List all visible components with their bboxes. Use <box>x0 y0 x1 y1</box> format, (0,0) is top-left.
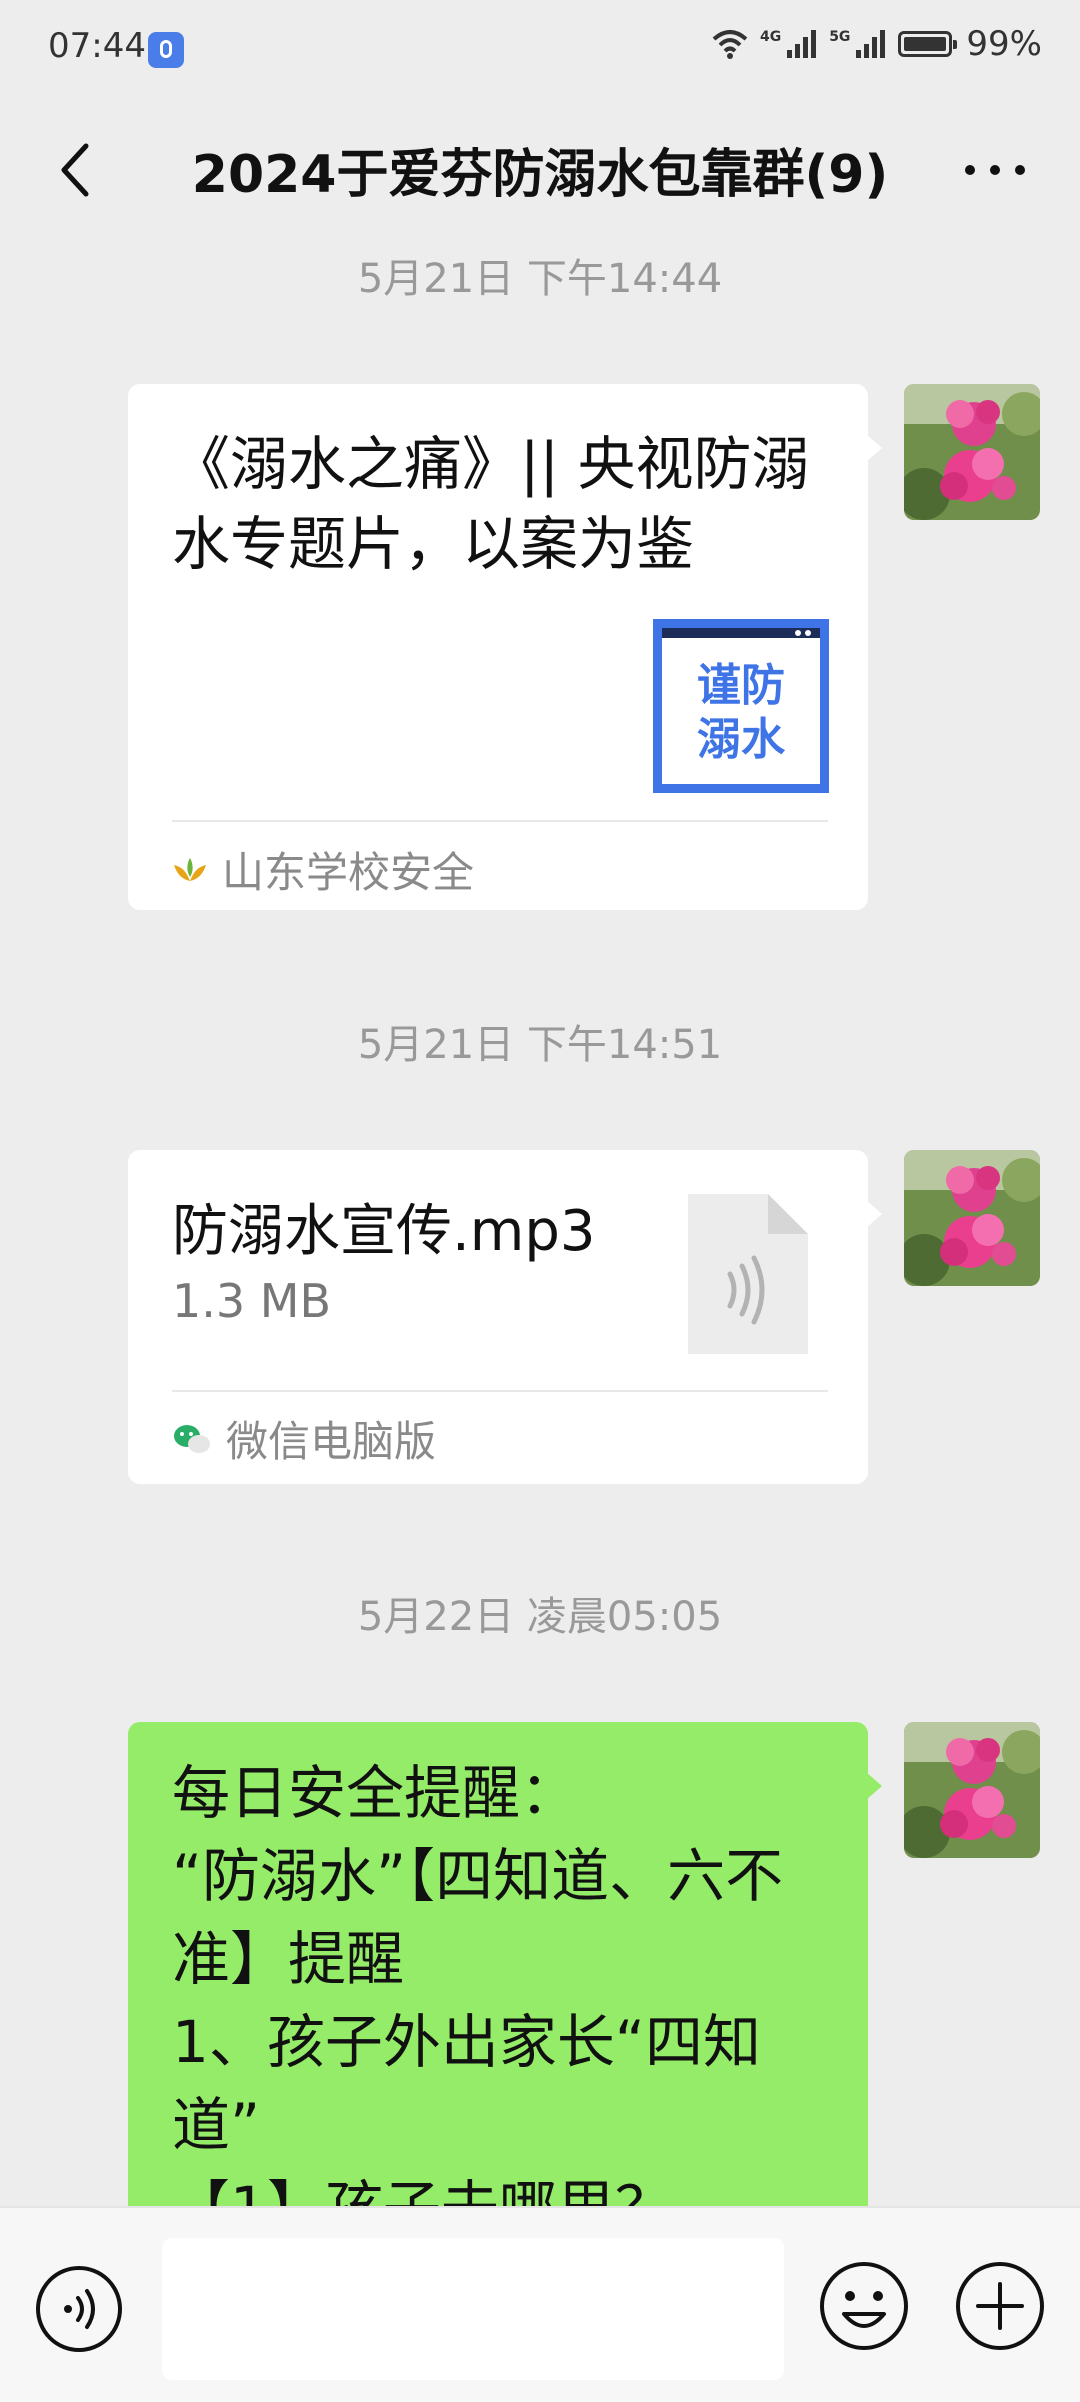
flower-avatar-image <box>904 1150 1040 1286</box>
message-text: 每日安全提醒： “防溺水”【四知道、六不准】提醒 1、孩子外出家长“四知道” 【… <box>172 1759 784 2242</box>
flower-avatar-image <box>904 1722 1040 1858</box>
back-icon[interactable] <box>44 130 124 210</box>
status-bar: 07:44 4G 5G 99% <box>0 0 1080 100</box>
battery-icon <box>898 31 958 57</box>
school-logo-icon <box>174 857 206 881</box>
card-source: 山东学校安全 <box>172 839 474 900</box>
file-name: 防溺水宣传.mp3 <box>172 1199 596 1264</box>
chat-header: 2024于爱芬防溺水包靠群(9) <box>0 100 1080 240</box>
status-indicators: 4G 5G 99% <box>710 24 1042 64</box>
thumbnail-text-2: 溺水 <box>697 714 786 765</box>
flower-avatar-image <box>904 384 1040 520</box>
timestamp: 5月22日 凌晨05:05 <box>357 1594 723 1640</box>
signal-icon <box>787 30 817 58</box>
file-message[interactable]: 防溺水宣传.mp3 1.3 MB 微信电脑版 <box>128 1150 882 1484</box>
more-icon[interactable] <box>950 130 1040 210</box>
article-thumbnail: 谨防 溺水 <box>653 619 829 793</box>
thumbnail-text-1: 谨防 <box>697 660 785 711</box>
wifi-icon <box>712 30 748 59</box>
bubble-tail <box>866 1200 882 1228</box>
chat-title: 2024于爱芬防溺水包靠群(9) <box>191 145 889 205</box>
card-source-label: 山东学校安全 <box>222 848 475 897</box>
network-type-2: 5G <box>829 29 851 45</box>
timestamp: 5月21日 下午14:44 <box>357 256 723 302</box>
bubble-tail <box>866 434 882 462</box>
file-size: 1.3 MB <box>172 1274 332 1328</box>
network-type-1: 4G <box>759 29 782 45</box>
plus-icon[interactable] <box>954 2260 1046 2352</box>
signal-icon <box>856 30 886 58</box>
emoji-icon[interactable] <box>818 2260 910 2352</box>
text-message[interactable]: 每日安全提醒： “防溺水”【四知道、六不准】提醒 1、孩子外出家长“四知道” 【… <box>128 1722 882 2262</box>
wechat-icon <box>174 1424 210 1453</box>
divider <box>172 820 828 822</box>
divider <box>172 1390 828 1392</box>
input-bar <box>0 2206 1080 2402</box>
message-input[interactable] <box>162 2238 784 2380</box>
battery-percent: 99% <box>966 24 1042 64</box>
timestamp: 5月21日 下午14:51 <box>357 1022 723 1068</box>
voice-icon[interactable] <box>34 2264 124 2354</box>
avatar[interactable] <box>904 1150 1040 1286</box>
avatar[interactable] <box>904 384 1040 520</box>
card-source-label: 微信电脑版 <box>226 1417 437 1466</box>
link-card-title: 《溺水之痛》|| 央视防溺水专题片，以案为鉴 <box>172 430 810 578</box>
bubble-tail <box>866 1772 882 1800</box>
status-time: 07:44 <box>48 26 146 66</box>
app-notification-icon <box>148 32 184 68</box>
avatar[interactable] <box>904 1722 1040 1858</box>
audio-file-icon <box>688 1194 808 1354</box>
link-card-message[interactable]: 《溺水之痛》|| 央视防溺水专题片，以案为鉴 谨防 溺水 山东学校安全 <box>128 384 882 910</box>
card-source: 微信电脑版 <box>172 1408 436 1469</box>
